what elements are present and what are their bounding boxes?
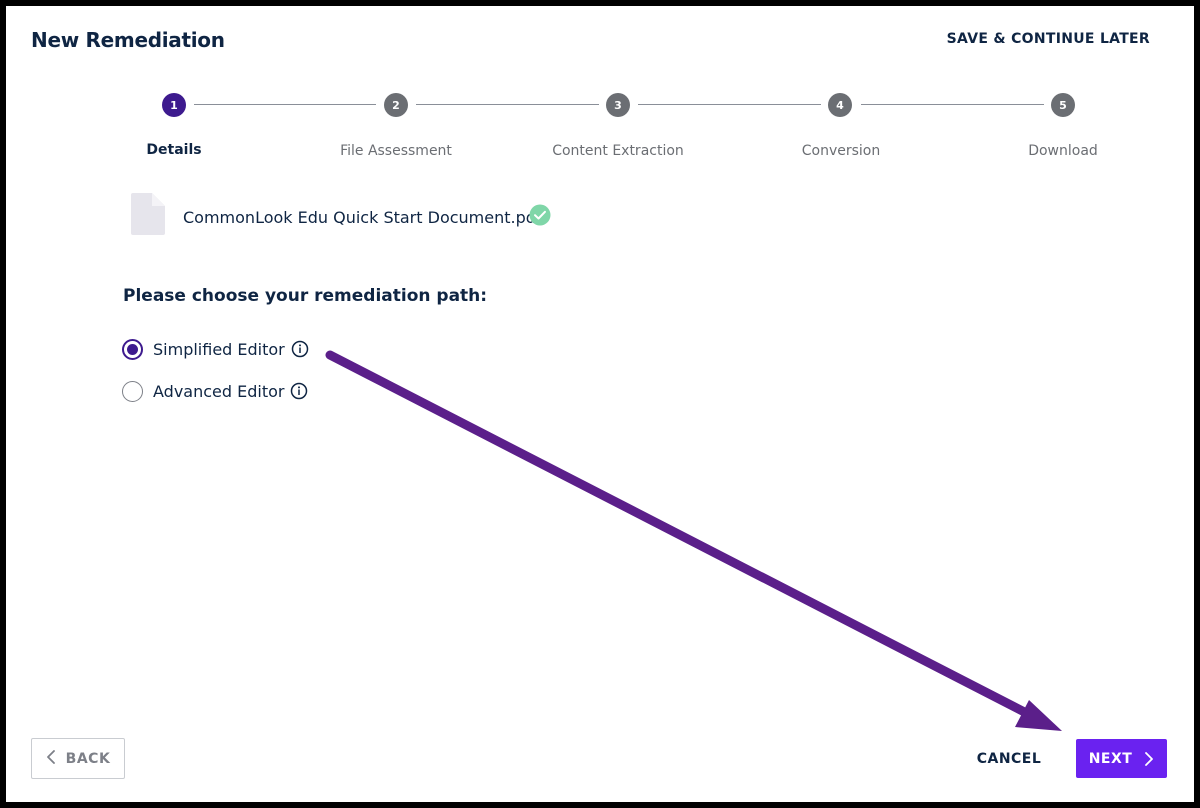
page-title: New Remediation xyxy=(31,28,225,52)
step-1-label: Details xyxy=(146,142,202,158)
step-2-circle: 2 xyxy=(384,93,408,117)
chevron-left-icon xyxy=(46,750,56,767)
step-connector xyxy=(638,104,821,105)
step-4-label: Conversion xyxy=(801,143,881,159)
remediation-dialog: New Remediation SAVE & CONTINUE LATER 1 … xyxy=(6,6,1194,802)
next-button[interactable]: NEXT xyxy=(1076,739,1167,778)
document-icon xyxy=(130,192,166,241)
progress-stepper: 1 2 3 4 5 Details File Assessment Conten… xyxy=(6,92,1194,162)
back-button[interactable]: BACK xyxy=(31,738,125,779)
radio-label: Simplified Editor xyxy=(153,339,285,359)
radio-button-selected[interactable] xyxy=(122,338,143,360)
radio-option-advanced-editor[interactable]: Advanced Editor xyxy=(122,379,308,403)
next-button-label: NEXT xyxy=(1088,750,1133,767)
save-continue-later-button[interactable]: SAVE & CONTINUE LATER xyxy=(947,31,1150,47)
step-4-circle: 4 xyxy=(828,93,852,117)
back-button-label: BACK xyxy=(65,750,111,767)
step-5-label: Download xyxy=(1028,143,1098,159)
step-connector xyxy=(194,104,376,105)
info-icon[interactable] xyxy=(290,382,308,400)
check-circle-icon xyxy=(529,204,551,231)
file-name: CommonLook Edu Quick Start Document.pdf xyxy=(183,208,542,227)
radio-option-simplified-editor[interactable]: Simplified Editor xyxy=(122,337,309,361)
cancel-button[interactable]: CANCEL xyxy=(972,738,1046,779)
step-1-circle: 1 xyxy=(162,93,186,117)
step-3-circle: 3 xyxy=(606,93,630,117)
radio-button-unselected[interactable] xyxy=(122,380,143,402)
remediation-path-heading: Please choose your remediation path: xyxy=(123,286,488,306)
step-connector xyxy=(416,104,599,105)
info-icon[interactable] xyxy=(291,340,309,358)
step-3-label: Content Extraction xyxy=(552,143,684,159)
chevron-right-icon xyxy=(1144,751,1154,766)
step-2-label: File Assessment xyxy=(340,143,452,159)
radio-label: Advanced Editor xyxy=(153,381,285,401)
step-connector xyxy=(861,104,1044,105)
step-5-circle: 5 xyxy=(1051,93,1075,117)
